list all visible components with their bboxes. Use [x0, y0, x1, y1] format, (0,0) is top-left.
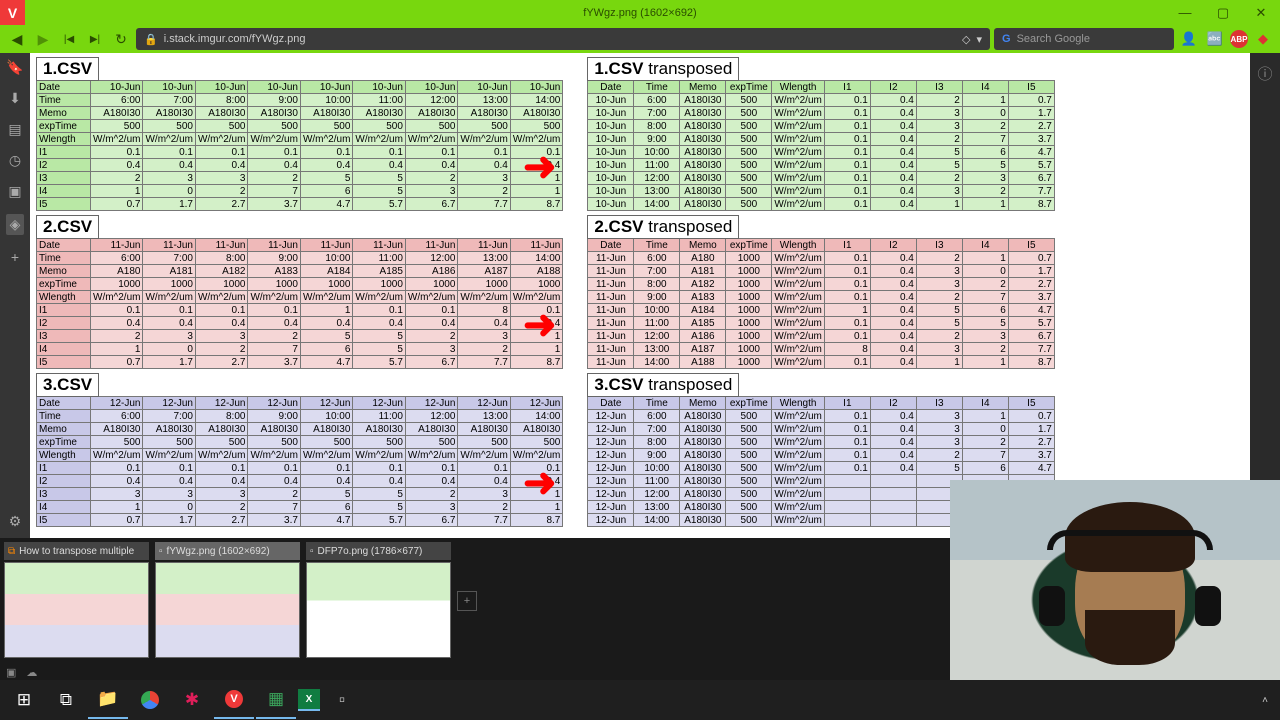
- webpanel-icon[interactable]: ◈: [6, 214, 25, 235]
- window-title: fYWgz.png (1602×692): [583, 7, 696, 19]
- webcam-feed: [950, 480, 1280, 680]
- back-button[interactable]: ◀: [6, 28, 28, 50]
- tray-chevron-icon[interactable]: ˄: [1262, 695, 1268, 706]
- translate-icon[interactable]: 🔤: [1204, 28, 1226, 50]
- bookmarks-panel-icon[interactable]: 🔖: [6, 59, 23, 76]
- rewind-button[interactable]: |◀: [58, 28, 80, 50]
- forward-button[interactable]: ▶: [32, 28, 54, 50]
- addr-dropdown-icon[interactable]: ▾: [976, 33, 982, 46]
- windows-taskbar: ⊞ ⧉ 📁 ✱ V ▦ X ▫ ˄: [0, 680, 1280, 720]
- close-button[interactable]: ✕: [1242, 0, 1280, 25]
- search-bar[interactable]: G Search Google: [994, 28, 1174, 50]
- start-button[interactable]: ⊞: [4, 681, 44, 719]
- tab-thumb: [155, 562, 300, 658]
- bookmark-icon[interactable]: ◇: [962, 33, 970, 46]
- side-panel: 🔖 ⬇ ▤ ◷ ▣ ◈ + ⚙: [0, 53, 30, 538]
- csv-title: 2.CSV: [36, 215, 99, 239]
- google-icon: G: [1002, 33, 1011, 45]
- history-panel-icon[interactable]: ◷: [9, 152, 21, 169]
- address-bar[interactable]: 🔒 i.stack.imgur.com/fYWgz.png ◇ ▾: [136, 28, 990, 50]
- profile-icon[interactable]: 👤: [1178, 28, 1200, 50]
- cloud-icon[interactable]: ☁: [26, 666, 37, 679]
- sync-icon[interactable]: ▣: [6, 666, 16, 679]
- window-panel-icon[interactable]: ▣: [8, 183, 21, 200]
- excel-button[interactable]: X: [298, 689, 320, 711]
- right-gutter: ⓘ: [1250, 53, 1280, 538]
- vivaldi-logo: V: [0, 0, 25, 25]
- search-placeholder: Search Google: [1017, 33, 1090, 45]
- page-content[interactable]: 1.CSVDate10-Jun10-Jun10-Jun10-Jun10-Jun1…: [30, 53, 1250, 538]
- fast-forward-button[interactable]: ▶|: [84, 28, 106, 50]
- maximize-button[interactable]: ▢: [1204, 0, 1242, 25]
- slack-button[interactable]: ✱: [172, 681, 212, 719]
- editor-button[interactable]: ▦: [256, 681, 296, 719]
- minimize-button[interactable]: —: [1166, 0, 1204, 25]
- settings-icon[interactable]: ⚙: [9, 513, 22, 530]
- tab-2[interactable]: ▫DFP7o.png (1786×677): [306, 542, 451, 660]
- csv-transposed-title: 3.CSV transposed: [587, 373, 739, 397]
- csv-title: 3.CSV: [36, 373, 99, 397]
- address-url: i.stack.imgur.com/fYWgz.png: [164, 33, 306, 45]
- app-button[interactable]: ▫: [322, 681, 362, 719]
- explorer-button[interactable]: 📁: [88, 681, 128, 719]
- tab-favicon: ▫: [159, 546, 163, 557]
- csv-title: 1.CSV: [36, 57, 99, 81]
- adblock-icon[interactable]: ABP: [1230, 30, 1248, 48]
- extension-icon[interactable]: ◆: [1252, 28, 1274, 50]
- browser-toolbar: ◀ ▶ |◀ ▶| ↻ 🔒 i.stack.imgur.com/fYWgz.pn…: [0, 25, 1280, 53]
- notes-panel-icon[interactable]: ▤: [8, 121, 21, 138]
- tab-1[interactable]: ▫fYWgz.png (1602×692): [155, 542, 300, 660]
- tab-thumb: [4, 562, 149, 658]
- tab-favicon: ▫: [310, 546, 314, 557]
- vivaldi-button[interactable]: V: [214, 681, 254, 719]
- csv-pair-2: 2.CSVDate11-Jun11-Jun11-Jun11-Jun11-Jun1…: [36, 215, 1244, 369]
- add-panel-icon[interactable]: +: [11, 249, 19, 265]
- system-tray[interactable]: ˄: [1262, 695, 1276, 706]
- tab-favicon: ⧉: [8, 546, 15, 557]
- window-titlebar: V fYWgz.png (1602×692) — ▢ ✕: [0, 0, 1280, 25]
- chrome-button[interactable]: [130, 681, 170, 719]
- info-icon[interactable]: ⓘ: [1257, 63, 1272, 84]
- task-view-button[interactable]: ⧉: [46, 681, 86, 719]
- csv-transposed-title: 1.CSV transposed: [587, 57, 739, 81]
- new-tab-button[interactable]: +: [457, 591, 477, 611]
- tab-thumb: [306, 562, 451, 658]
- lock-icon: 🔒: [144, 33, 158, 46]
- reload-button[interactable]: ↻: [110, 28, 132, 50]
- csv-transposed-title: 2.CSV transposed: [587, 215, 739, 239]
- csv-pair-1: 1.CSVDate10-Jun10-Jun10-Jun10-Jun10-Jun1…: [36, 57, 1244, 211]
- downloads-panel-icon[interactable]: ⬇: [9, 90, 21, 107]
- tab-0[interactable]: ⧉How to transpose multiple: [4, 542, 149, 660]
